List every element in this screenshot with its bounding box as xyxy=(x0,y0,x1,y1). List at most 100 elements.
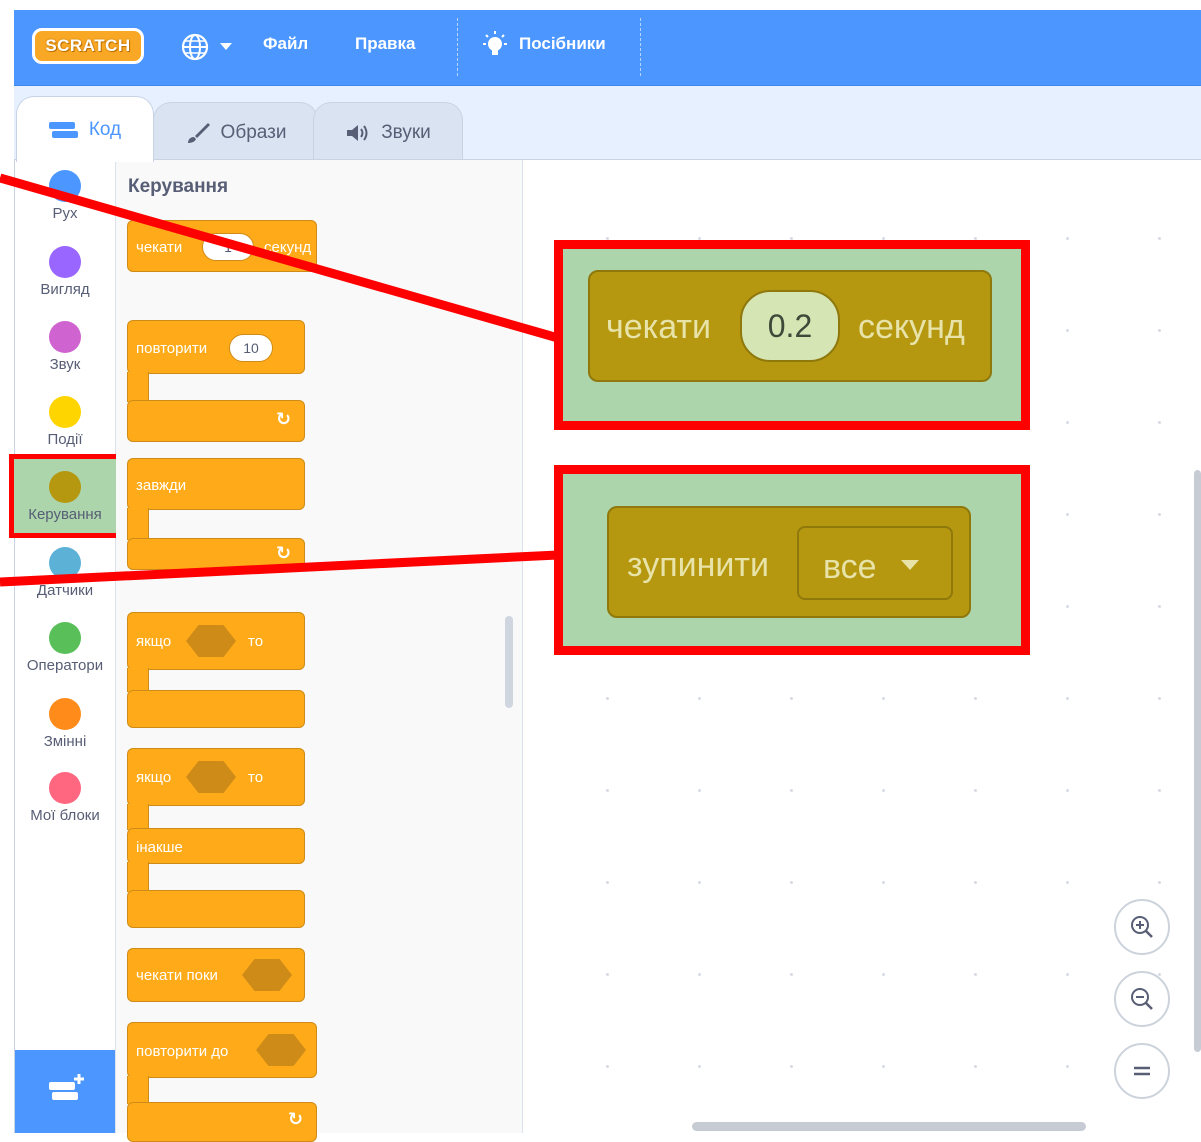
equals-icon xyxy=(1134,1066,1150,1076)
grid-dot xyxy=(1158,513,1161,516)
grid-dot xyxy=(1066,237,1069,240)
menu-edit[interactable]: Правка xyxy=(355,34,415,54)
category-variables[interactable]: Змінні xyxy=(15,698,115,750)
condition-slot[interactable] xyxy=(186,625,236,657)
zoom-in-button[interactable] xyxy=(1114,899,1170,955)
workspace-horizontal-scrollbar[interactable] xyxy=(692,1122,1086,1131)
grid-dot xyxy=(1066,881,1069,884)
grid-dot xyxy=(882,789,885,792)
category-sound[interactable]: Звук xyxy=(15,321,115,373)
menu-tutorials[interactable]: Посібники xyxy=(519,34,606,54)
workspace-wait-input[interactable]: 0.2 xyxy=(740,290,840,362)
grid-dot xyxy=(1158,237,1161,240)
category-looks[interactable]: Вигляд xyxy=(15,246,115,298)
else-section: інакше xyxy=(127,828,305,864)
menu-divider xyxy=(640,18,641,76)
grid-dot xyxy=(698,881,701,884)
if2-label: якщо xyxy=(136,769,172,786)
tab-sounds-label: Звуки xyxy=(381,121,431,143)
zoom-out-button[interactable] xyxy=(1114,971,1170,1027)
grid-dot xyxy=(1158,421,1161,424)
if-label: якщо xyxy=(136,633,172,650)
category-menu: Рух Вигляд Звук Події Керування Датчики … xyxy=(9,160,121,1133)
stop-option-dropdown[interactable]: все xyxy=(797,526,953,600)
category-label: Звук xyxy=(49,356,81,373)
category-dot xyxy=(49,246,81,278)
if-else-arm xyxy=(127,804,149,830)
grid-dot xyxy=(606,881,609,884)
grid-dot xyxy=(1066,605,1069,608)
wait-block[interactable]: чекати 1 секунд xyxy=(127,220,317,272)
category-events[interactable]: Події xyxy=(15,396,115,448)
wait-until-block[interactable]: чекати поки xyxy=(127,948,305,1002)
zoom-reset-button[interactable] xyxy=(1114,1043,1170,1099)
chevron-down-icon[interactable] xyxy=(220,43,232,50)
grid-dot xyxy=(1066,421,1069,424)
brush-icon xyxy=(187,122,210,143)
grid-dot xyxy=(790,789,793,792)
category-label: Події xyxy=(47,431,83,448)
repeat-arm xyxy=(127,372,149,402)
repeat-until-foot: ↻ xyxy=(127,1102,317,1142)
workspace-stop-label: зупинити xyxy=(627,546,769,584)
workspace-wait-label: чекати xyxy=(606,308,711,346)
grid-dot xyxy=(882,973,885,976)
workspace-wait-block[interactable]: чекати 0.2 секунд xyxy=(588,270,992,382)
grid-dot xyxy=(1158,881,1161,884)
wait-input[interactable]: 1 xyxy=(202,233,254,261)
workspace-wait-unit: секунд xyxy=(858,308,965,346)
grid-dot xyxy=(1066,789,1069,792)
add-extension-button[interactable] xyxy=(15,1050,115,1133)
tab-code[interactable]: Код xyxy=(16,96,154,162)
tab-costumes[interactable]: Образи xyxy=(153,102,318,162)
category-label: Датчики xyxy=(36,582,94,599)
condition-slot[interactable] xyxy=(186,761,236,793)
speaker-icon xyxy=(347,124,368,141)
menu-file[interactable]: Файл xyxy=(263,34,308,54)
then-label: то xyxy=(248,633,264,650)
else-arm xyxy=(127,862,149,892)
forever-block[interactable]: завжди xyxy=(127,458,305,510)
repeat-input[interactable]: 10 xyxy=(229,334,273,362)
lightbulb-icon[interactable] xyxy=(480,30,510,60)
category-control[interactable]: Керування xyxy=(15,471,115,523)
else-label: інакше xyxy=(136,839,183,856)
condition-slot[interactable] xyxy=(242,959,292,991)
then2-label: то xyxy=(248,769,264,786)
grid-dot xyxy=(1066,1065,1069,1068)
category-sensing[interactable]: Датчики xyxy=(15,547,115,599)
category-my-blocks[interactable]: Мої блоки xyxy=(15,772,115,824)
category-dot xyxy=(49,547,81,579)
grid-dot xyxy=(698,1065,701,1068)
category-motion[interactable]: Рух xyxy=(15,170,115,222)
code-icon xyxy=(48,121,78,138)
wait-until-label: чекати поки xyxy=(136,967,218,984)
repeat-label: повторити xyxy=(136,340,208,357)
language-globe-icon[interactable] xyxy=(180,32,210,62)
if-else-block[interactable]: якщо то xyxy=(127,748,305,806)
category-label: Оператори xyxy=(26,657,104,674)
if-then-block[interactable]: якщо то xyxy=(127,612,305,670)
tab-sounds[interactable]: Звуки xyxy=(313,102,463,162)
category-operators[interactable]: Оператори xyxy=(15,622,115,674)
category-label: Мої блоки xyxy=(30,807,100,824)
scratch-logo[interactable]: SCRATCH xyxy=(32,28,144,64)
grid-dot xyxy=(606,697,609,700)
category-dot xyxy=(49,622,81,654)
workspace-stop-block[interactable]: зупинити все xyxy=(607,506,971,618)
grid-dot xyxy=(1158,329,1161,332)
grid-dot xyxy=(606,789,609,792)
repeat-block[interactable]: повторити 10 xyxy=(127,320,305,374)
loop-arrow-icon: ↻ xyxy=(276,409,292,429)
stop-option-value: все xyxy=(823,548,877,586)
repeat-until-arm xyxy=(127,1076,149,1104)
forever-foot: ↻ xyxy=(127,538,305,570)
workspace-vertical-scrollbar[interactable] xyxy=(1194,470,1201,1052)
grid-dot xyxy=(974,973,977,976)
menu-bar: SCRATCH Файл Правка Посібники xyxy=(14,10,1201,86)
grid-dot xyxy=(790,973,793,976)
palette-scrollbar[interactable] xyxy=(505,616,513,708)
condition-slot[interactable] xyxy=(256,1034,306,1066)
repeat-until-block[interactable]: повторити до xyxy=(127,1022,317,1078)
dropdown-arrow-icon xyxy=(901,560,919,570)
